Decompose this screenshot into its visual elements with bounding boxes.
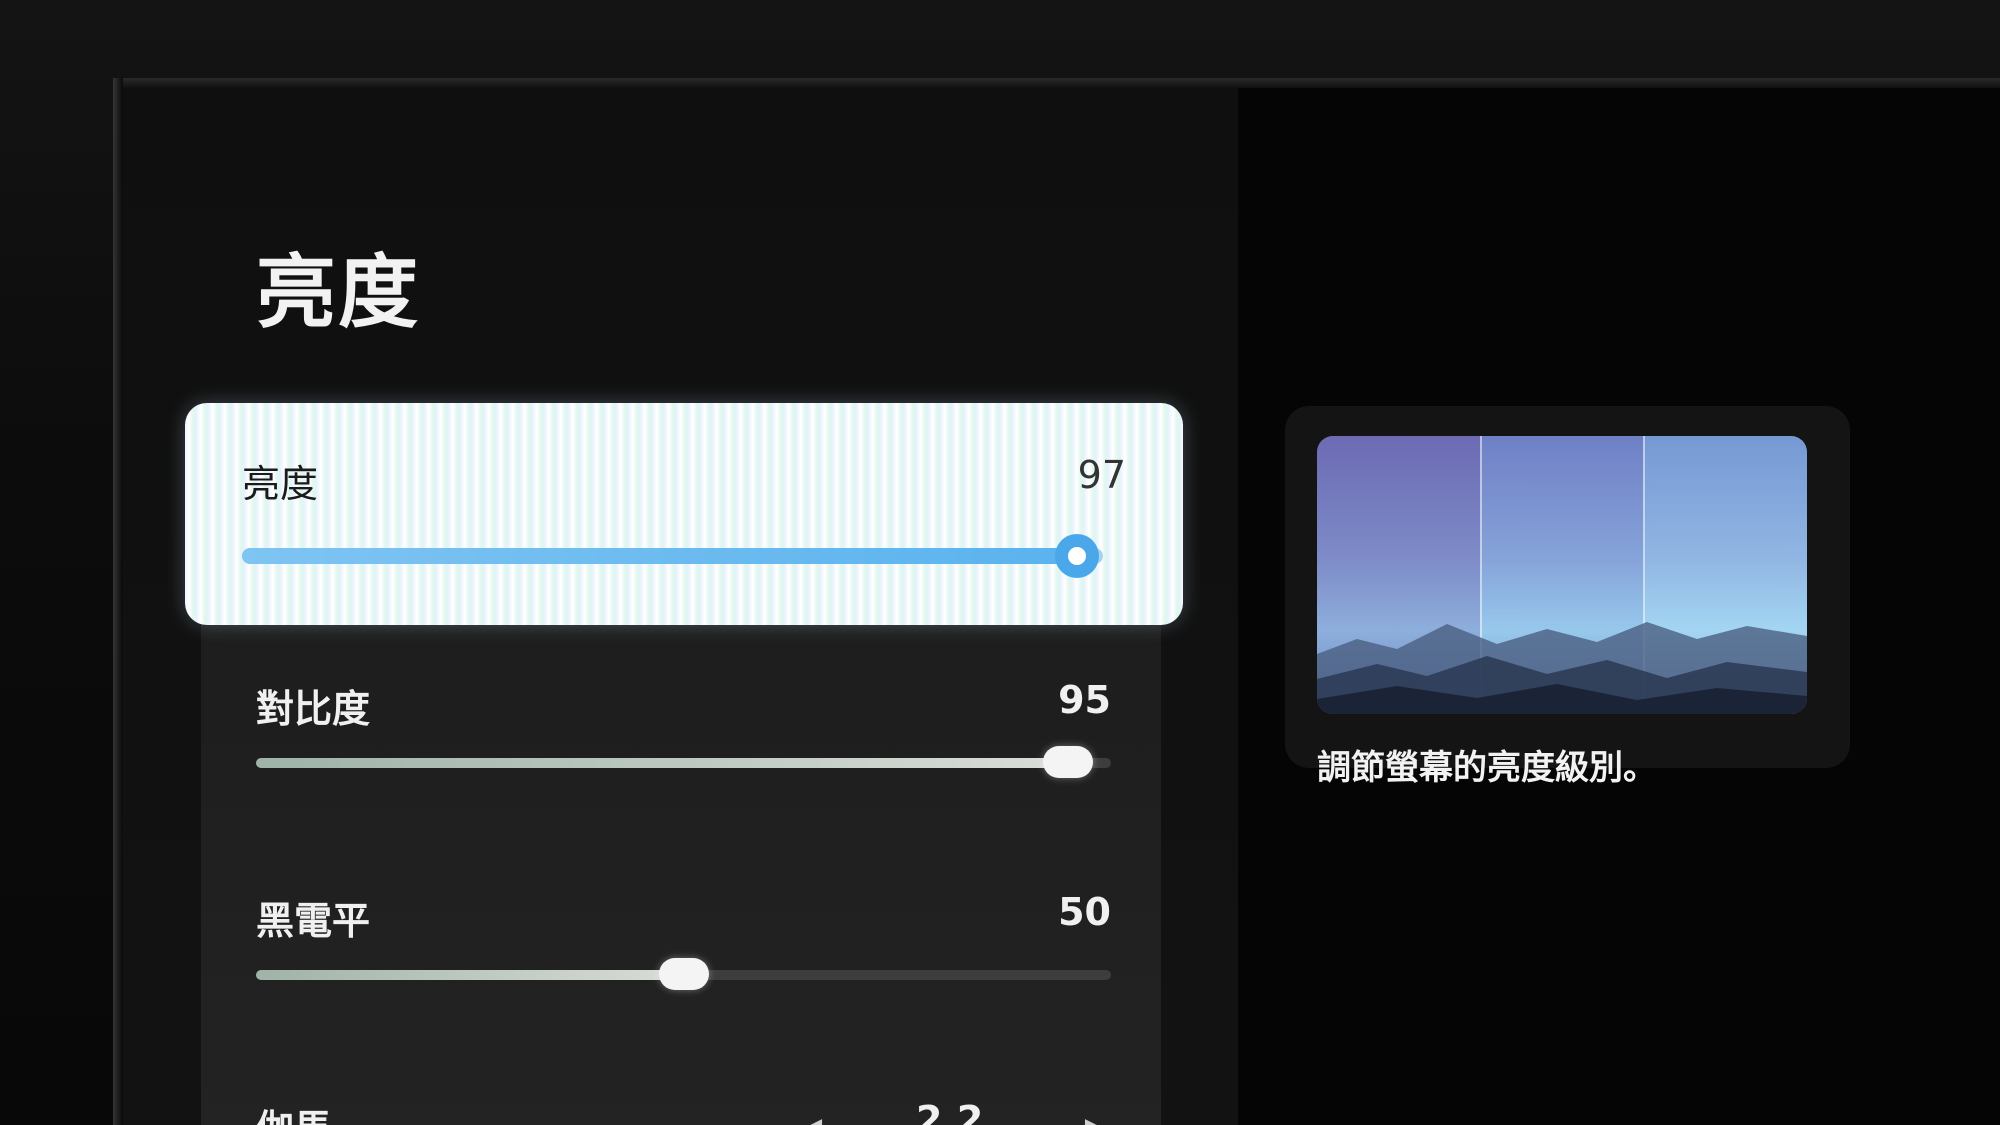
black-level-label: 黑電平: [256, 899, 371, 943]
contrast-label: 對比度: [256, 687, 371, 731]
brightness-preview-image: [1317, 436, 1807, 714]
contrast-slider-fill: [256, 758, 1069, 768]
tv-photo-scene: 亮度 亮度 97 對比度 95 黑電平 50 2.2 調節螢幕的亮度級別。: [0, 0, 2000, 1125]
contrast-setting-row[interactable]: 對比度 95: [256, 678, 1111, 848]
brightness-slider-thumb[interactable]: [1055, 534, 1100, 578]
brightness-slider[interactable]: [242, 534, 1103, 578]
contrast-value: 95: [1058, 678, 1111, 722]
gamma-setting-row[interactable]: 伽馬 ◀ 2.2 ▶: [256, 1098, 1111, 1125]
setting-description: 調節螢幕的亮度級別。: [1317, 748, 1657, 788]
contrast-slider[interactable]: [256, 746, 1111, 778]
tv-bezel-top: [115, 78, 2000, 88]
contrast-slider-thumb[interactable]: [1043, 746, 1094, 778]
gamma-value: 2.2: [916, 1098, 984, 1125]
brightness-setting-row[interactable]: 亮度 97: [185, 403, 1183, 625]
settings-panel: 亮度 亮度 97 對比度 95 黑電平 50 2.2: [123, 88, 1238, 1125]
black-level-setting-row[interactable]: 黑電平 50: [256, 890, 1111, 1060]
page-title: 亮度: [256, 246, 420, 339]
mountain-silhouette-icon: [1317, 622, 1807, 714]
black-level-slider[interactable]: [256, 958, 1111, 990]
brightness-label: 亮度: [242, 462, 319, 506]
black-level-slider-thumb[interactable]: [658, 958, 709, 990]
tv-bezel-left: [113, 78, 123, 1125]
black-level-value: 50: [1058, 890, 1111, 934]
gamma-increase-arrow-icon[interactable]: ▶: [1085, 1110, 1111, 1125]
brightness-value: 97: [1077, 453, 1126, 497]
tv-screen: 亮度 亮度 97 對比度 95 黑電平 50 2.2 調節螢幕的亮度級別。: [123, 88, 2000, 1125]
gamma-label: 伽馬: [256, 1098, 332, 1125]
info-card: 調節螢幕的亮度級別。: [1285, 406, 1850, 788]
black-level-slider-fill: [256, 970, 684, 980]
gamma-decrease-arrow-icon[interactable]: ◀: [796, 1110, 822, 1125]
brightness-slider-fill: [242, 548, 1078, 564]
